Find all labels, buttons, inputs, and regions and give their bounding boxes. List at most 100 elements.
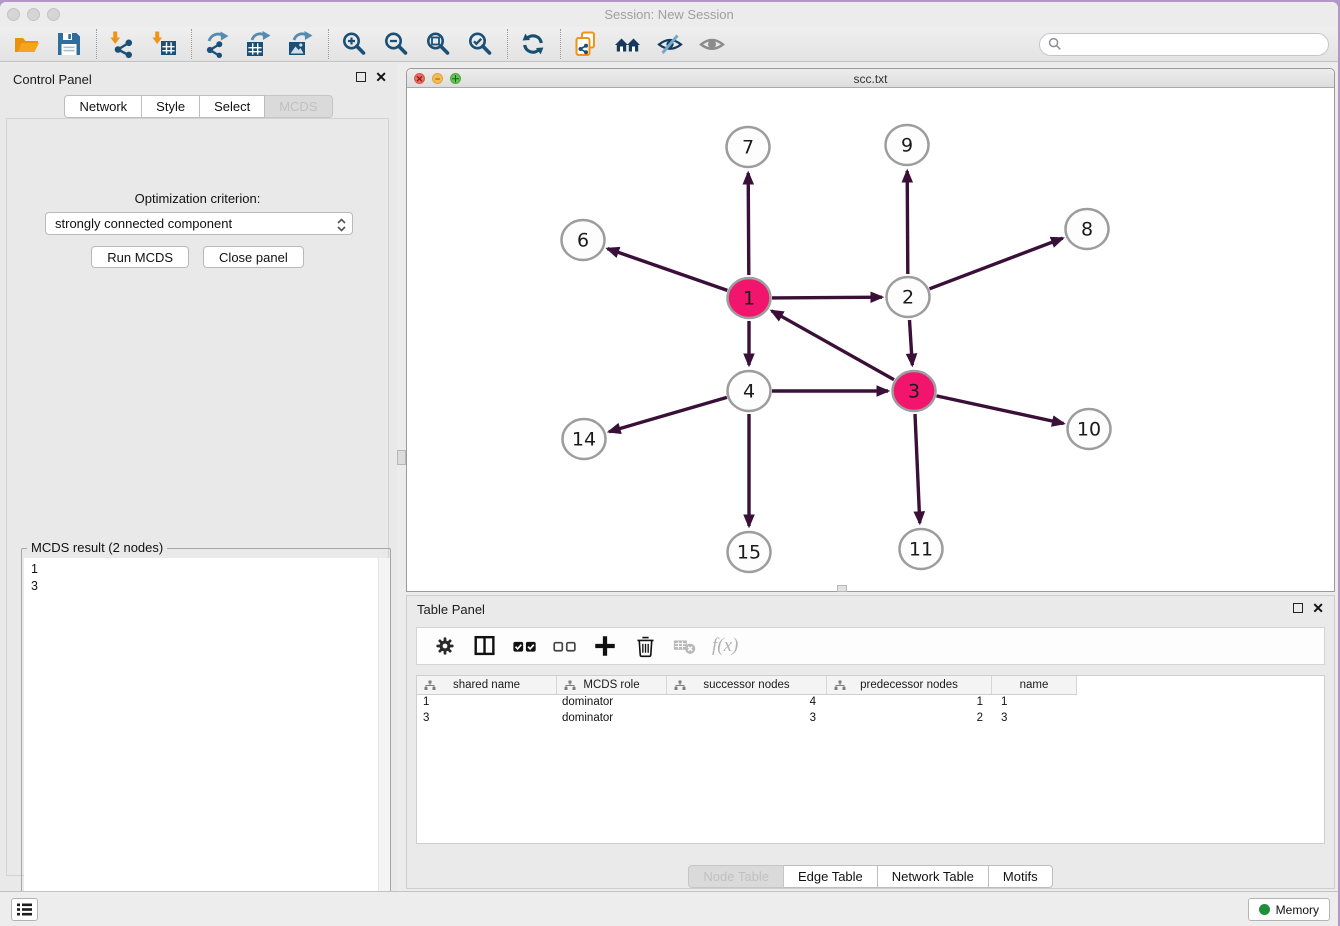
graph-edge[interactable] — [608, 249, 728, 291]
tab-style[interactable]: Style — [142, 95, 200, 118]
graph-edge[interactable] — [930, 238, 1063, 289]
graph-edge[interactable] — [915, 414, 920, 523]
table-cell[interactable]: 1 — [827, 695, 992, 711]
mcds-result-text[interactable]: 13 — [24, 558, 388, 922]
toolbar-separator — [560, 29, 561, 59]
table-cell[interactable]: 1 — [417, 695, 557, 711]
graph-edge[interactable] — [609, 397, 727, 431]
network-view-window: ✕ − ＋ scc.txt 7968124314101511 — [406, 68, 1335, 592]
save-session-icon[interactable] — [54, 29, 84, 59]
toolbar-separator — [191, 29, 192, 59]
column-header-predecessor-nodes[interactable]: predecessor nodes — [827, 676, 992, 695]
network-canvas[interactable]: 7968124314101511 — [407, 88, 1334, 591]
table-cell[interactable]: dominator — [557, 711, 667, 727]
table-row[interactable]: 1dominator411 — [417, 695, 1324, 711]
table-cell[interactable]: 4 — [667, 695, 827, 711]
tab-mcds[interactable]: MCDS — [265, 95, 332, 118]
run-mcds-button[interactable]: Run MCDS — [91, 246, 189, 268]
table-cell[interactable]: 3 — [992, 711, 1077, 727]
horizontal-splitter-handle[interactable] — [837, 585, 847, 592]
apply-layout-icon[interactable] — [518, 29, 548, 59]
tab-node-table[interactable]: Node Table — [688, 865, 784, 888]
tab-network-table[interactable]: Network Table — [878, 865, 989, 888]
table-header-row: shared nameMCDS rolesuccessor nodesprede… — [417, 676, 1324, 695]
graph-node-label: 14 — [572, 429, 596, 451]
optimization-criterion-value: strongly connected component — [55, 216, 232, 231]
open-session-icon[interactable] — [12, 29, 42, 59]
first-neighbors-icon[interactable] — [613, 29, 643, 59]
import-network-icon[interactable] — [107, 29, 137, 59]
result-scrollbar[interactable] — [378, 558, 390, 924]
graph-node-label: 4 — [743, 381, 755, 403]
memory-button-label: Memory — [1276, 903, 1319, 917]
table-cell[interactable]: 3 — [417, 711, 557, 727]
close-table-panel-icon[interactable]: ✕ — [1312, 603, 1324, 613]
main-toolbar — [0, 27, 1338, 62]
search-input[interactable] — [1039, 33, 1329, 56]
toolbar-separator — [507, 29, 508, 59]
table-cell[interactable]: 1 — [992, 695, 1077, 711]
tab-edge-table[interactable]: Edge Table — [784, 865, 878, 888]
vertical-splitter-handle[interactable] — [397, 450, 406, 465]
table-panel-tabs: Node TableEdge TableNetwork TableMotifs — [407, 865, 1334, 888]
zoom-out-icon[interactable] — [381, 29, 411, 59]
show-columns-icon[interactable] — [472, 633, 498, 659]
table-cell[interactable]: 2 — [827, 711, 992, 727]
status-bar: Memory — [0, 891, 1338, 926]
column-header-name[interactable]: name — [992, 676, 1077, 695]
network-graph[interactable]: 7968124314101511 — [407, 88, 1334, 591]
table-panel-title: Table Panel — [417, 602, 485, 617]
graph-edge[interactable] — [907, 171, 908, 274]
close-panel-button[interactable]: Close panel — [203, 246, 304, 268]
add-row-icon[interactable] — [592, 633, 618, 659]
graph-edge[interactable] — [772, 297, 882, 298]
graph-node-label: 8 — [1081, 219, 1093, 241]
export-network-icon[interactable] — [202, 29, 232, 59]
delete-row-icon[interactable] — [632, 633, 658, 659]
optimization-criterion-select[interactable]: strongly connected component — [45, 212, 353, 235]
zoom-fit-icon[interactable] — [423, 29, 453, 59]
graph-node-label: 1 — [743, 288, 755, 310]
graph-edge[interactable] — [772, 311, 894, 380]
import-table-icon[interactable] — [149, 29, 179, 59]
tab-select[interactable]: Select — [200, 95, 265, 118]
select-all-icon[interactable] — [512, 633, 538, 659]
close-panel-icon[interactable]: ✕ — [375, 72, 387, 82]
zoom-in-icon[interactable] — [339, 29, 369, 59]
mcds-result-group: MCDS result (2 nodes) 13 — [21, 548, 391, 925]
export-table-icon[interactable] — [244, 29, 274, 59]
control-panel: Control Panel ✕ NetworkStyleSelectMCDS O… — [0, 63, 397, 891]
table-cell[interactable]: dominator — [557, 695, 667, 711]
control-panel-title: Control Panel — [13, 72, 92, 87]
hide-selected-icon[interactable] — [655, 29, 685, 59]
float-panel-icon[interactable] — [356, 72, 366, 82]
column-header-shared-name[interactable]: shared name — [417, 676, 557, 695]
graph-edge[interactable] — [748, 173, 749, 275]
export-image-icon[interactable] — [286, 29, 316, 59]
table-cell[interactable]: 3 — [667, 711, 827, 727]
result-line: 3 — [31, 578, 388, 595]
table-options-icon[interactable] — [432, 633, 458, 659]
column-header-successor-nodes[interactable]: successor nodes — [667, 676, 827, 695]
graph-edge[interactable] — [910, 320, 913, 365]
control-panel-tabs: NetworkStyleSelectMCDS — [0, 95, 397, 118]
clone-network-icon[interactable] — [571, 29, 601, 59]
memory-button[interactable]: Memory — [1248, 898, 1330, 921]
window-title: Session: New Session — [0, 7, 1338, 22]
unselect-all-icon[interactable] — [552, 633, 578, 659]
zoom-selected-icon[interactable] — [465, 29, 495, 59]
graph-edge[interactable] — [937, 396, 1064, 424]
tab-motifs[interactable]: Motifs — [989, 865, 1053, 888]
show-panels-button[interactable] — [11, 898, 38, 921]
column-header-MCDS-role[interactable]: MCDS role — [557, 676, 667, 695]
tab-network[interactable]: Network — [64, 95, 142, 118]
graph-node-label: 9 — [901, 135, 913, 157]
graph-node-label: 10 — [1077, 419, 1101, 441]
memory-status-icon — [1259, 904, 1270, 915]
show-all-icon[interactable] — [697, 29, 727, 59]
graph-node-label: 3 — [908, 381, 920, 403]
table-row[interactable]: 3dominator323 — [417, 711, 1324, 727]
function-builder-icon: f(x) — [712, 635, 738, 657]
float-table-panel-icon[interactable] — [1293, 603, 1303, 613]
graph-node-label: 7 — [742, 137, 754, 159]
